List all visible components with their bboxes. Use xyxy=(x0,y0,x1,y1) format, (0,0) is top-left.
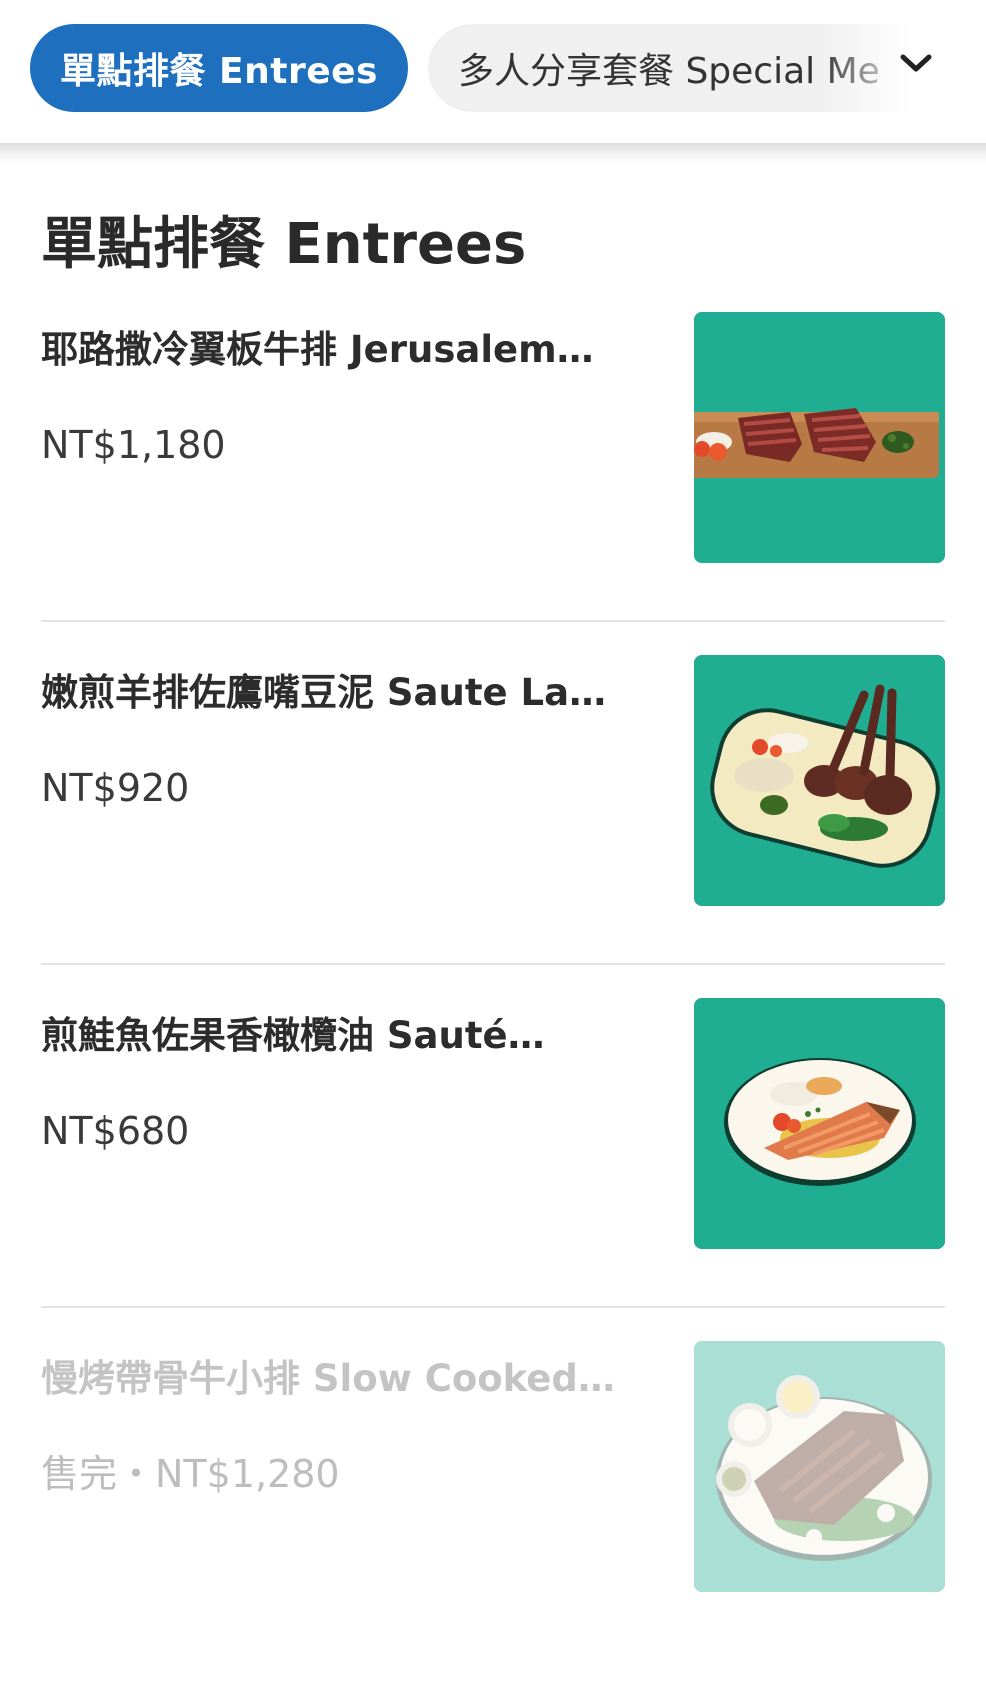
menu-item-name: 煎鮭魚佐果香橄欖油 Sauté… xyxy=(41,1014,545,1057)
menu-item-price: NT$680 xyxy=(41,1109,190,1153)
item-divider xyxy=(41,620,945,622)
short-rib-photo[interactable] xyxy=(694,1341,945,1592)
menu-item-name: 慢烤帶骨牛小排 Slow Cooked… xyxy=(41,1357,615,1400)
category-bar: 單點排餐 Entrees 多人分享套餐 Special Me xyxy=(0,0,986,145)
item-divider xyxy=(41,963,945,965)
menu-item-price: NT$920 xyxy=(41,766,190,810)
category-bar-shadow xyxy=(0,143,986,165)
section-title: 單點排餐 Entrees xyxy=(41,212,527,277)
menu-item-name: 嫩煎羊排佐鷹嘴豆泥 Saute La… xyxy=(41,671,607,714)
tab-entrees[interactable]: 單點排餐 Entrees xyxy=(30,24,408,112)
tab-entrees-label: 單點排餐 Entrees xyxy=(60,51,378,92)
lamb-chops-photo[interactable] xyxy=(694,655,945,906)
tab-special-menu-label: 多人分享套餐 Special Me xyxy=(458,51,880,92)
salmon-plate-photo[interactable] xyxy=(694,998,945,1249)
menu-item[interactable]: 嫩煎羊排佐鷹嘴豆泥 Saute La… NT$920 xyxy=(0,655,986,1008)
menu-item[interactable]: 耶路撒冷翼板牛排 Jerusalem… NT$1,180 xyxy=(0,312,986,665)
flat-iron-steak-photo[interactable] xyxy=(694,312,945,563)
menu-item-sold-out[interactable]: 慢烤帶骨牛小排 Slow Cooked… 售完・NT$1,280 xyxy=(0,1341,986,1694)
menu-item-price: 售完・NT$1,280 xyxy=(41,1452,340,1496)
item-divider xyxy=(41,1306,945,1308)
menu-item-price: NT$1,180 xyxy=(41,423,226,467)
chevron-down-icon[interactable] xyxy=(893,40,939,86)
menu-item-name: 耶路撒冷翼板牛排 Jerusalem… xyxy=(41,328,594,371)
menu-item[interactable]: 煎鮭魚佐果香橄欖油 Sauté… NT$680 xyxy=(0,998,986,1351)
